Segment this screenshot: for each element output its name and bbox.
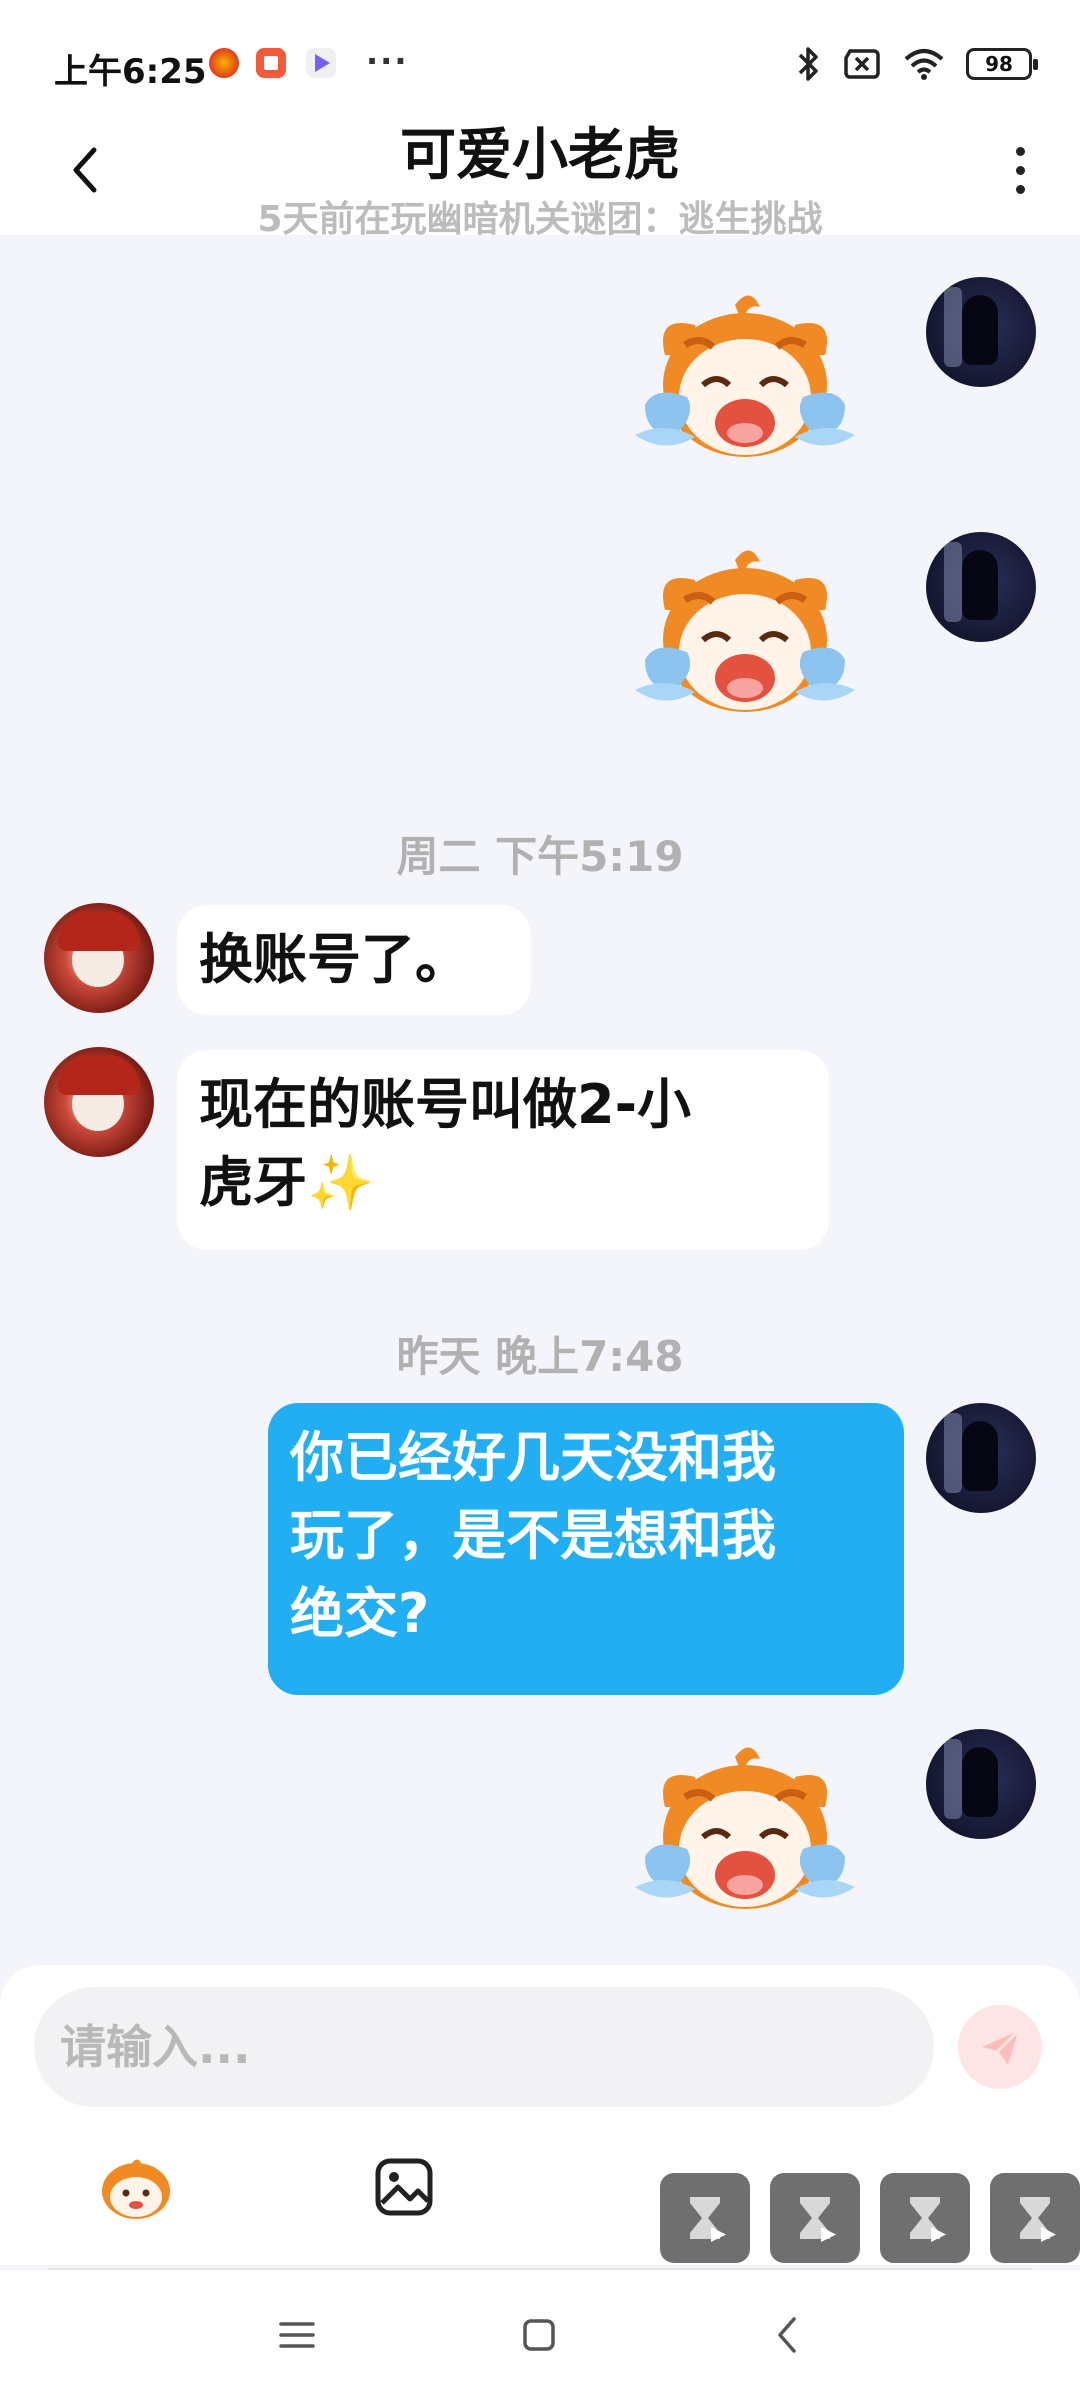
game-icon[interactable] <box>990 2173 1080 2263</box>
my-avatar[interactable] <box>926 532 1036 642</box>
weibo-app-icon <box>209 48 239 78</box>
incoming-message-bubble[interactable]: 现在的账号叫做2-小 虎牙✨ <box>177 1050 829 1250</box>
more-options-button[interactable] <box>1000 140 1040 200</box>
crying-tiger-sticker[interactable] <box>625 1737 865 1917</box>
bluetooth-icon <box>798 47 818 81</box>
contact-avatar[interactable] <box>44 1047 154 1157</box>
message-input[interactable] <box>34 1987 934 2107</box>
incoming-message-bubble[interactable]: 换账号了。 <box>177 905 531 1015</box>
game-icon[interactable] <box>660 2173 750 2263</box>
battery-icon: 98 <box>966 48 1038 80</box>
menu-nav-button[interactable] <box>262 2300 332 2370</box>
video-app-icon <box>306 48 336 78</box>
my-avatar[interactable] <box>926 1729 1036 1839</box>
dot <box>1015 165 1025 175</box>
message-text-line: 现在的账号叫做2-小 <box>199 1073 691 1136</box>
tiger-emoji-icon[interactable] <box>96 2147 176 2227</box>
message-text-line: 绝交? <box>290 1582 430 1645</box>
game-icon[interactable] <box>880 2173 970 2263</box>
dot <box>1015 184 1025 194</box>
system-nav-bar <box>0 2270 1080 2400</box>
chat-title: 可爱小老虎 <box>400 123 680 188</box>
status-more-indicator: ··· <box>366 42 409 80</box>
home-icon <box>523 2319 555 2351</box>
status-bar: 上午6:25 ··· 98 <box>0 0 1080 120</box>
orange-app-icon <box>256 48 286 78</box>
contact-avatar[interactable] <box>44 903 154 1013</box>
my-avatar[interactable] <box>926 277 1036 387</box>
input-panel <box>0 1965 1080 2265</box>
home-nav-button[interactable] <box>504 2300 574 2370</box>
send-icon <box>982 2029 1020 2065</box>
crying-tiger-sticker[interactable] <box>625 540 865 720</box>
dot <box>1015 146 1025 156</box>
back-nav-button[interactable] <box>752 2300 822 2370</box>
message-timestamp: 周二 下午5:19 <box>396 832 684 881</box>
message-text-line: 虎牙✨ <box>199 1151 375 1214</box>
battery-level: 98 <box>985 52 1013 76</box>
crying-tiger-sticker[interactable] <box>625 285 865 465</box>
wifi-icon <box>904 49 944 80</box>
game-icon[interactable] <box>770 2173 860 2263</box>
chat-header: 可爱小老虎 5天前在玩幽暗机关谜团：逃生挑战 <box>0 110 1080 240</box>
back-icon <box>778 2317 796 2353</box>
chat-message-list[interactable]: 周二 下午5:19 换账号了。 现在的账号叫做2-小 虎牙✨ 昨天 晚上7:48… <box>0 235 1080 1965</box>
message-text-line: 你已经好几天没和我 <box>290 1426 776 1489</box>
status-time: 上午6:25 <box>54 52 207 92</box>
my-avatar[interactable] <box>926 1403 1036 1513</box>
status-right: 98 <box>796 44 1038 84</box>
outgoing-message-bubble[interactable]: 你已经好几天没和我 玩了，是不是想和我 绝交? <box>268 1403 904 1695</box>
message-text-line: 玩了，是不是想和我 <box>290 1504 776 1567</box>
message-timestamp: 昨天 晚上7:48 <box>396 1332 684 1381</box>
message-text: 换账号了。 <box>199 928 469 991</box>
menu-icon <box>279 2322 315 2348</box>
no-sim-icon <box>844 49 880 79</box>
image-icon[interactable] <box>364 2147 444 2227</box>
send-button[interactable] <box>958 2005 1042 2089</box>
